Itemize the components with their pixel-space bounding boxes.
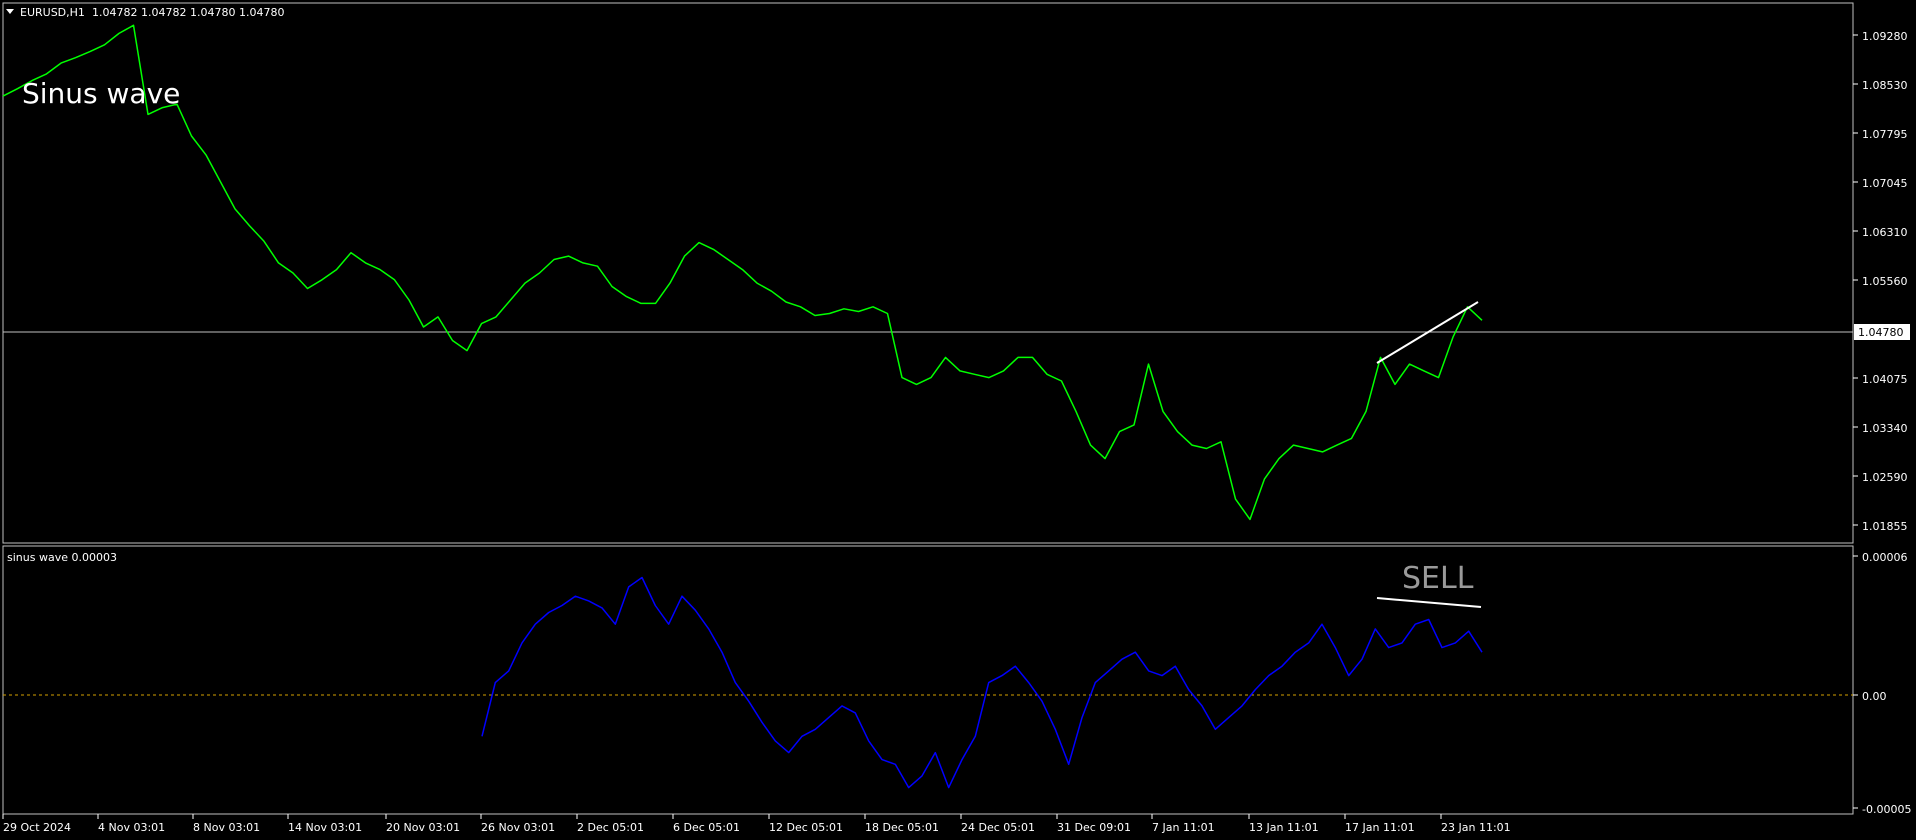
time-tick-label: 14 Nov 03:01 (288, 821, 362, 834)
trading-chart-window[interactable]: EURUSD,H1 1.04782 1.04782 1.04780 1.0478… (0, 0, 1916, 840)
indicator-tick-label: 0.00 (1862, 690, 1887, 703)
current-price-label: 1.04780 (1858, 326, 1904, 339)
time-tick-label: 20 Nov 03:01 (386, 821, 460, 834)
main-panel-frame (2, 2, 1854, 544)
price-tick-label: 1.03340 (1862, 422, 1908, 435)
time-tick-label: 29 Oct 2024 (3, 821, 71, 834)
time-tick-label: 31 Dec 09:01 (1057, 821, 1131, 834)
ohlc-values: 1.04782 1.04782 1.04780 1.04780 (92, 6, 284, 19)
time-axis: 29 Oct 2024 4 Nov 03:01 8 Nov 03:01 14 N… (2, 814, 1511, 834)
time-tick-label: 8 Nov 03:01 (193, 821, 260, 834)
time-tick-label: 26 Nov 03:01 (481, 821, 555, 834)
time-tick-label: 4 Nov 03:01 (98, 821, 165, 834)
price-axis: 1.09280 1.08530 1.07795 1.07045 1.06310 … (1853, 30, 1908, 533)
sell-signal-text: SELL (1402, 561, 1474, 596)
price-tick-label: 1.06310 (1862, 226, 1908, 239)
indicator-axis: 0.00006 0.00 -0.00005 (1853, 551, 1911, 816)
time-tick-label: 7 Jan 11:01 (1152, 821, 1215, 834)
time-tick-label: 12 Dec 05:01 (769, 821, 843, 834)
price-tick-label: 1.09280 (1862, 30, 1908, 43)
indicator-tick-label: -0.00005 (1862, 803, 1911, 816)
price-tick-label: 1.04075 (1862, 373, 1908, 386)
price-tick-label: 1.07045 (1862, 177, 1908, 190)
price-tick-label: 1.05560 (1862, 275, 1908, 288)
price-tick-label: 1.02590 (1862, 471, 1908, 484)
time-tick-label: 6 Dec 05:01 (673, 821, 740, 834)
time-tick-label: 24 Dec 05:01 (961, 821, 1035, 834)
indicator-label: sinus wave 0.00003 (7, 551, 117, 564)
indicator-tick-label: 0.00006 (1862, 551, 1908, 564)
symbol-label: EURUSD,H1 (20, 6, 85, 19)
time-tick-label: 13 Jan 11:01 (1249, 821, 1319, 834)
price-tick-label: 1.08530 (1862, 79, 1908, 92)
time-tick-label: 18 Dec 05:01 (865, 821, 939, 834)
price-tick-label: 1.01855 (1862, 520, 1908, 533)
time-tick-label: 17 Jan 11:01 (1345, 821, 1415, 834)
time-tick-label: 23 Jan 11:01 (1441, 821, 1511, 834)
price-tick-label: 1.07795 (1862, 128, 1908, 141)
indicator-panel-frame (2, 545, 1854, 815)
chart-title-overlay: Sinus wave (22, 77, 180, 110)
time-tick-label: 2 Dec 05:01 (577, 821, 644, 834)
